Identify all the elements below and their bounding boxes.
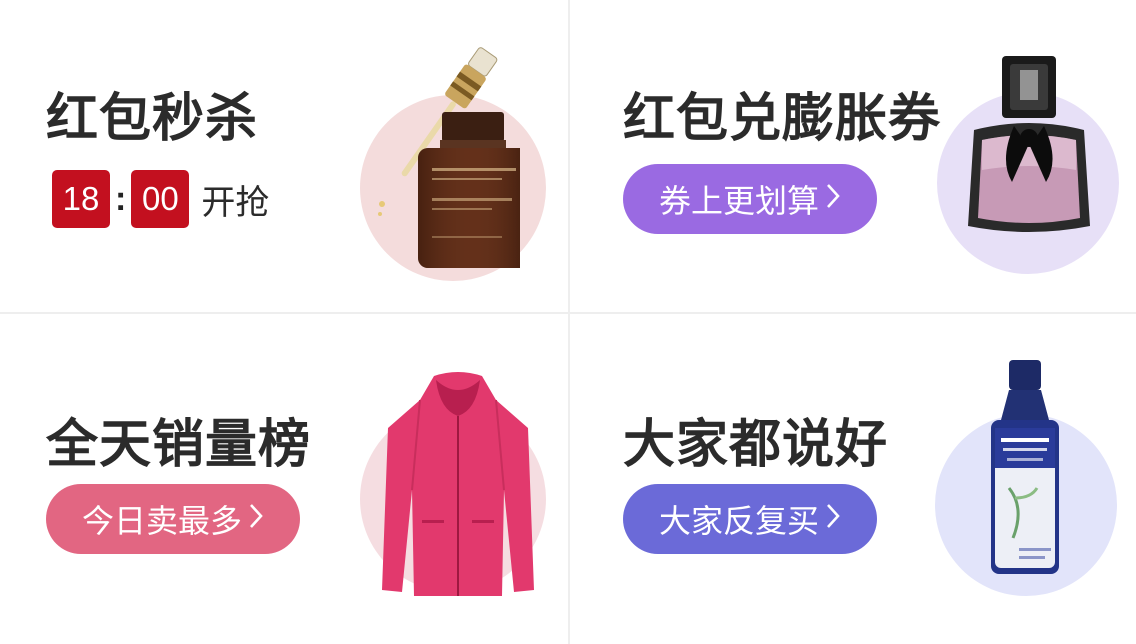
pink-jacket-image <box>382 372 534 596</box>
card-title: 红包秒杀 <box>46 89 259 149</box>
coupon-button[interactable]: 券上更划算 <box>623 164 877 234</box>
coupon-button-label: 券上更划算 <box>658 182 819 220</box>
countdown-label: 开抢 <box>201 182 270 223</box>
card-popular-picks[interactable]: 大家都说好 大家反复买 <box>569 314 1136 644</box>
promo-grid: 红包秒杀 18 : 00 开抢 红包兑膨胀券 券上更划算 全天销量榜 今日卖最多… <box>0 0 1136 644</box>
chevron-right-icon <box>248 500 264 538</box>
countdown-timer: 18 : 00 开抢 <box>52 170 269 228</box>
card-coupon-boost[interactable]: 红包兑膨胀券 券上更划算 <box>569 0 1136 314</box>
countdown-colon: : <box>115 179 127 218</box>
bestsellers-button[interactable]: 今日卖最多 <box>46 484 300 554</box>
chevron-right-icon <box>825 500 841 538</box>
perfume-bottle-image <box>968 56 1090 232</box>
card-bestsellers[interactable]: 全天销量榜 今日卖最多 <box>0 314 569 644</box>
card-title: 全天销量榜 <box>46 415 312 475</box>
bestsellers-button-label: 今日卖最多 <box>81 502 242 540</box>
card-title: 红包兑膨胀券 <box>623 89 942 149</box>
popular-button-label: 大家反复买 <box>658 502 819 540</box>
countdown-minutes: 00 <box>131 170 190 228</box>
countdown-hours: 18 <box>52 170 110 228</box>
shampoo-bottle-image <box>991 360 1059 574</box>
chevron-right-icon <box>825 180 841 218</box>
card-title: 大家都说好 <box>623 415 889 475</box>
popular-button[interactable]: 大家反复买 <box>623 484 877 554</box>
card-flash-sale[interactable]: 红包秒杀 18 : 00 开抢 <box>0 0 569 314</box>
serum-bottle-image <box>378 47 520 268</box>
